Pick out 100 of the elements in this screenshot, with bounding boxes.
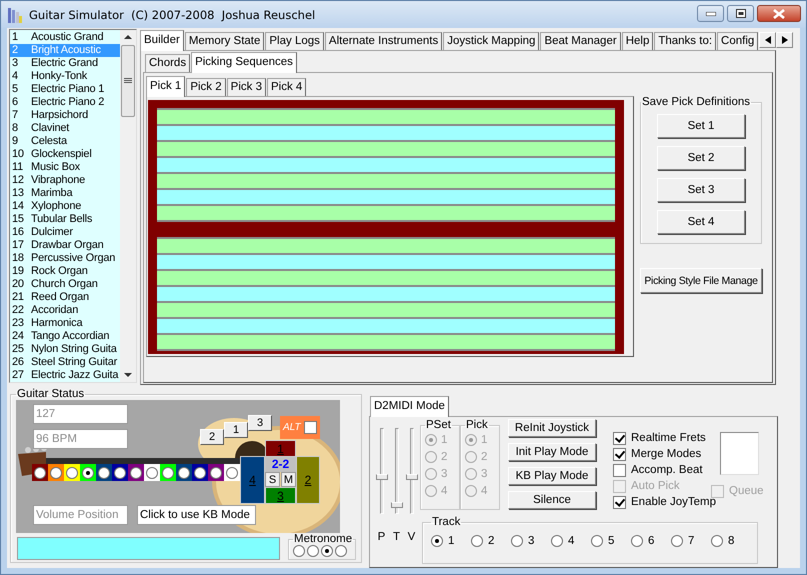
list-item[interactable]: 11 Music Box [10, 161, 120, 174]
list-item[interactable]: 7 Harpsichord [10, 109, 120, 122]
scroll-left-button[interactable] [759, 32, 776, 48]
action-button[interactable]: Init Play Mode [508, 443, 596, 461]
sequence-lane[interactable] [157, 333, 615, 349]
tab[interactable]: Builder [140, 30, 184, 51]
slider-thumb[interactable] [390, 502, 402, 508]
list-item[interactable]: 13 Marimba [10, 187, 120, 200]
scrollbar[interactable] [120, 30, 136, 382]
tab[interactable]: Pick 3 [226, 78, 266, 96]
set-button[interactable]: Set 3 [657, 178, 745, 202]
checkbox[interactable] [613, 464, 626, 476]
list-item[interactable]: 16 Dulcimer [10, 226, 120, 239]
chord-button[interactable]: 1 [224, 422, 248, 438]
list-item[interactable]: 25 Nylon String Guita [10, 343, 120, 356]
tab[interactable]: Help [622, 32, 654, 50]
action-button[interactable]: KB Play Mode [508, 467, 596, 485]
list-item[interactable]: 23 Harmonica [10, 317, 120, 330]
tab[interactable]: Pick 4 [266, 78, 306, 96]
tab[interactable]: Config [717, 32, 758, 50]
vertical-slider[interactable] [376, 428, 388, 514]
radio-button[interactable] [431, 535, 443, 547]
vertical-slider[interactable] [406, 428, 418, 514]
radio-button[interactable] [307, 545, 319, 557]
list-item[interactable]: 19 Rock Organ [10, 265, 120, 278]
sequence-lane[interactable] [157, 172, 615, 188]
radio-button[interactable] [471, 535, 483, 547]
radio-button[interactable] [591, 535, 603, 547]
list-item[interactable]: 17 Drawbar Organ [10, 239, 120, 252]
sequence-lane[interactable] [157, 204, 615, 220]
list-item[interactable]: 24 Tango Accordian [10, 330, 120, 343]
tab[interactable]: Play Logs [265, 32, 324, 50]
radio-button[interactable] [671, 535, 683, 547]
set-button[interactable]: Set 1 [657, 114, 745, 138]
list-item[interactable]: 14 Xylophone [10, 200, 120, 213]
close-button[interactable] [757, 5, 801, 22]
file-manager-button[interactable]: Picking Style File Manage [640, 268, 762, 293]
action-button[interactable]: ReInit Joystick [508, 419, 596, 437]
scroll-thumb[interactable] [121, 45, 135, 117]
pad-button[interactable]: S [265, 472, 280, 487]
tab[interactable]: Chords [145, 54, 190, 72]
sequence-lane[interactable] [157, 269, 615, 285]
list-item[interactable]: 6 Electric Piano 2 [10, 96, 120, 109]
list-item[interactable]: 3 Electric Grand [10, 57, 120, 70]
radio-button[interactable] [551, 535, 563, 547]
radio-button[interactable] [631, 535, 643, 547]
pad-key[interactable]: 2 [296, 456, 320, 504]
list-item[interactable]: 26 Steel String Guitar [10, 356, 120, 369]
list-item[interactable]: 1 Acoustic Grand [10, 31, 120, 44]
sequence-lane[interactable] [157, 237, 615, 253]
list-item[interactable]: 9 Celesta [10, 135, 120, 148]
list-item[interactable]: 27 Electric Jazz Guita [10, 369, 120, 382]
slider-thumb[interactable] [406, 474, 418, 480]
sequence-lane[interactable] [157, 140, 615, 156]
list-item[interactable]: 22 Accoridan [10, 304, 120, 317]
text-field[interactable]: Click to use KB Mode [137, 505, 256, 525]
list-item[interactable]: 12 Vibraphone [10, 174, 120, 187]
radio-button[interactable] [293, 545, 305, 557]
vertical-slider[interactable] [390, 428, 402, 514]
pad-button[interactable]: M [281, 472, 296, 487]
checkbox[interactable] [613, 432, 626, 444]
sequence-lane[interactable] [157, 317, 615, 333]
checkbox[interactable] [613, 448, 626, 460]
sequence-lane[interactable] [157, 156, 615, 172]
radio-button[interactable] [511, 535, 523, 547]
tab[interactable]: Beat Manager [540, 32, 621, 50]
scroll-right-button[interactable] [776, 32, 794, 48]
tab[interactable]: D2MIDI Mode [370, 396, 449, 417]
set-button[interactable]: Set 4 [657, 210, 745, 234]
radio-button[interactable] [321, 545, 333, 557]
tab[interactable]: Memory State [184, 32, 264, 50]
sequence-lane[interactable] [157, 124, 615, 140]
radio-button[interactable] [711, 535, 723, 547]
sequence-lane[interactable] [157, 285, 615, 301]
checkbox[interactable] [613, 496, 626, 508]
radio-button[interactable] [335, 545, 347, 557]
sequence-lane[interactable] [157, 188, 615, 204]
set-button[interactable]: Set 2 [657, 146, 745, 170]
tab[interactable]: Picking Sequences [191, 52, 297, 73]
sequence-lane[interactable] [157, 301, 615, 317]
action-button[interactable]: Silence [508, 491, 596, 509]
checkbox[interactable] [304, 421, 317, 434]
list-item[interactable]: 10 Glockenspiel [10, 148, 120, 161]
list-item[interactable]: 15 Tubular Bells [10, 213, 120, 226]
tab[interactable]: Joystick Mapping [443, 32, 540, 50]
pad-key[interactable]: 3 [265, 487, 296, 504]
list-item[interactable]: 18 Percussive Organ [10, 252, 120, 265]
list-item[interactable]: 20 Church Organ [10, 278, 120, 291]
maximize-button[interactable] [727, 5, 754, 22]
tab[interactable]: Pick 2 [186, 78, 226, 96]
minimize-button[interactable] [697, 5, 724, 22]
chord-button[interactable]: 2 [200, 429, 224, 445]
list-item[interactable]: 21 Reed Organ [10, 291, 120, 304]
list-item[interactable]: 8 Clavinet [10, 122, 120, 135]
slider-thumb[interactable] [376, 474, 388, 480]
sequence-lane[interactable] [157, 253, 615, 269]
list-item[interactable]: 4 Honky-Tonk [10, 70, 120, 83]
chord-button[interactable]: 3 [248, 415, 272, 431]
tab[interactable]: Pick 1 [146, 76, 186, 97]
tab[interactable]: Thanks to: [654, 32, 716, 50]
